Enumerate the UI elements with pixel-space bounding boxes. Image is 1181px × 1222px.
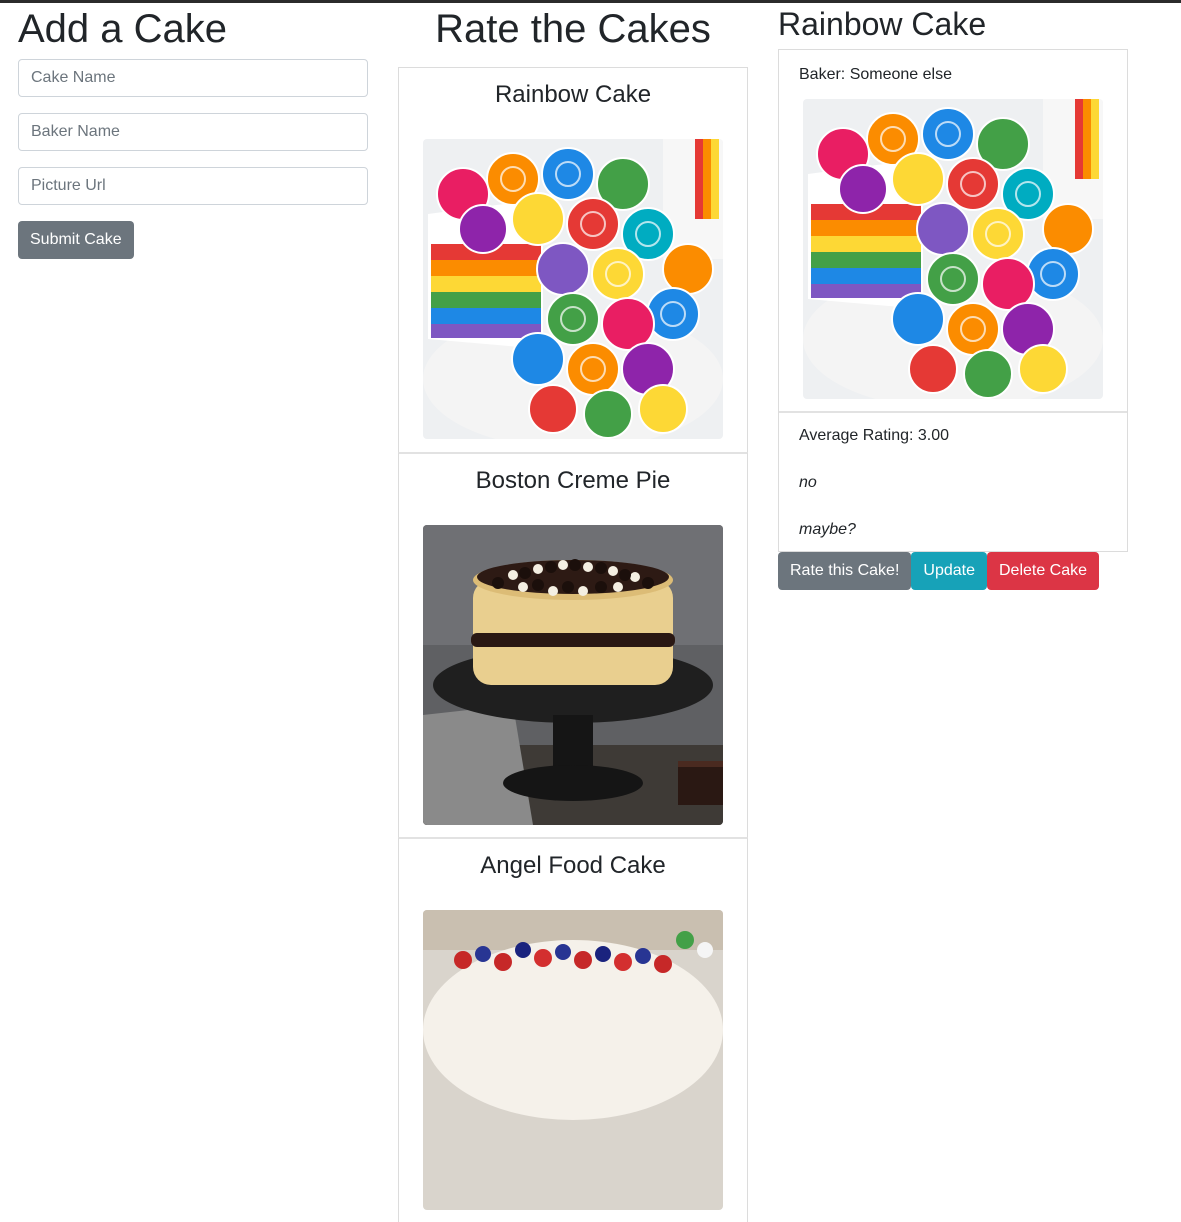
add-cake-heading: Add a Cake	[18, 7, 228, 51]
update-button[interactable]: Update	[911, 552, 987, 590]
angel-food-cake-image[interactable]	[423, 910, 723, 1210]
rate-cake-button[interactable]: Rate this Cake!	[778, 552, 912, 590]
average-rating: Average Rating: 3.00	[799, 427, 950, 444]
cake-card-angel-food[interactable]: Angel Food Cake	[398, 837, 748, 1222]
cake-card-title: Boston Creme Pie	[475, 467, 671, 494]
detail-card-header: Baker: Someone else	[779, 50, 1127, 413]
detail-cake-image	[803, 99, 1103, 399]
review-text: maybe?	[799, 521, 856, 538]
review-text: no	[799, 474, 817, 491]
detail-actions: Rate this Cake! Update Delete Cake	[778, 552, 1128, 590]
cake-card-rainbow[interactable]: Rainbow Cake	[398, 67, 748, 452]
baker-name-input[interactable]	[18, 113, 368, 151]
rate-cakes-heading: Rate the Cakes	[435, 7, 711, 51]
cake-card-title: Rainbow Cake	[494, 81, 652, 108]
boston-creme-pie-image[interactable]	[423, 525, 723, 825]
cake-card-boston-creme[interactable]: Boston Creme Pie	[398, 452, 748, 837]
detail-card-body: Average Rating: 3.00 no maybe?	[779, 413, 1127, 551]
cake-name-input[interactable]	[18, 59, 368, 97]
detail-title: Rainbow Cake	[778, 6, 987, 42]
rate-cakes-panel: Rate the Cakes Rainbow Cake Boston Creme…	[398, 3, 748, 1222]
rainbow-cake-image[interactable]	[423, 139, 723, 439]
add-cake-panel: Add a Cake Submit Cake	[18, 3, 368, 259]
cake-card-title: Angel Food Cake	[480, 852, 666, 879]
cake-list: Rainbow Cake Boston Creme Pie Angel Food…	[398, 67, 748, 1222]
cake-detail-panel: Rainbow Cake Baker: Someone else Average…	[778, 3, 1128, 590]
detail-card: Baker: Someone else Average Rating: 3.00…	[778, 49, 1128, 552]
picture-url-input[interactable]	[18, 167, 368, 205]
submit-cake-button[interactable]: Submit Cake	[18, 221, 134, 259]
baker-label: Baker: Someone else	[799, 66, 952, 83]
delete-cake-button[interactable]: Delete Cake	[986, 552, 1100, 590]
